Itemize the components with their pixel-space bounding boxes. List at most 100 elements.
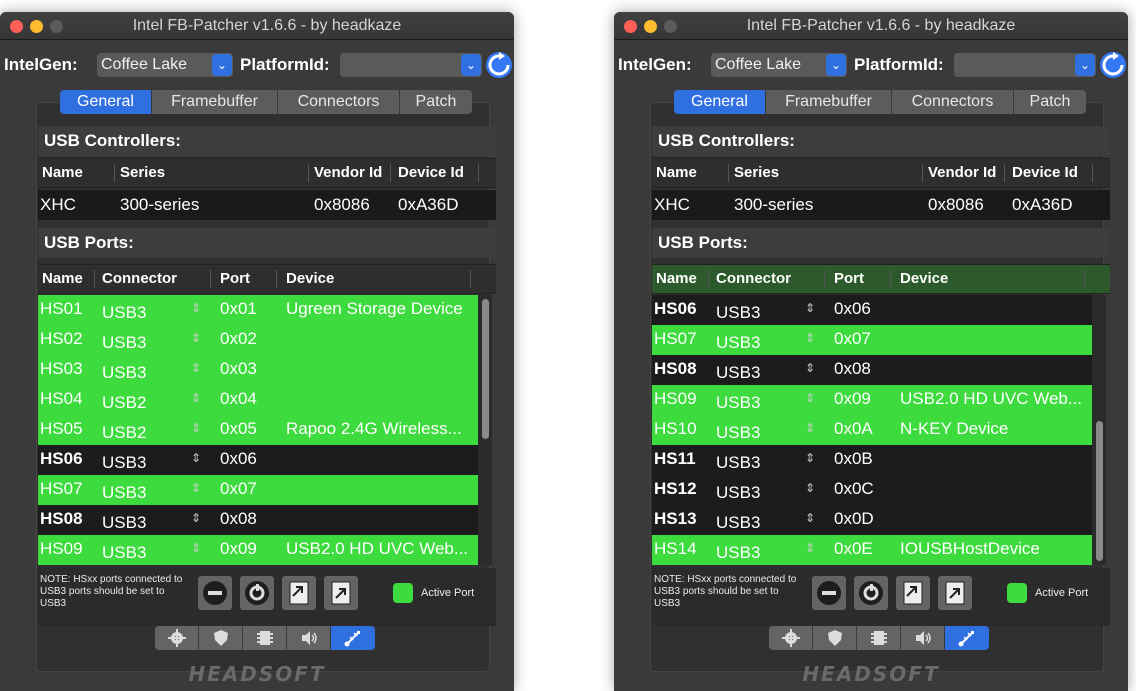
connector-select[interactable]: USB3 [102,363,146,383]
table-row[interactable]: HS14 USB3 ⇕ 0x0E IOUSBHostDevice [652,535,1092,565]
settings-section-button[interactable] [769,626,813,650]
column-header[interactable]: Vendor Id [928,159,996,187]
column-header[interactable]: Series [120,159,165,187]
security-section-button[interactable] [199,626,243,650]
up-down-chevron-icon[interactable]: ⇕ [191,541,201,555]
table-row[interactable]: HS07 USB3 ⇕ 0x07 [652,325,1092,355]
up-down-chevron-icon[interactable]: ⇕ [805,481,815,495]
intelgen-select[interactable]: Coffee Lake ⌄ [97,53,233,77]
table-row[interactable]: HS10 USB3 ⇕ 0x0A N-KEY Device [652,415,1092,445]
up-down-chevron-icon[interactable]: ⇕ [805,331,815,345]
column-header[interactable]: Series [734,159,779,187]
up-down-chevron-icon[interactable]: ⇕ [191,361,201,375]
memory-section-button[interactable] [857,626,901,650]
connector-select[interactable]: USB3 [102,513,146,533]
usb-section-button[interactable] [945,626,989,650]
table-row[interactable]: HS04 USB2 ⇕ 0x04 [38,385,478,415]
connector-select[interactable]: USB3 [102,333,146,353]
intelgen-select[interactable]: Coffee Lake ⌄ [711,53,847,77]
ports-list[interactable]: HS06 USB3 ⇕ 0x06 HS07 USB3 ⇕ 0x07 HS08 U… [652,295,1092,565]
tab-patch[interactable]: Patch [400,90,472,114]
platformid-select[interactable]: ⌄ [340,53,482,77]
ports-scrollbar[interactable] [1092,295,1106,565]
export-button[interactable] [324,576,358,610]
title-bar[interactable]: Intel FB-Patcher v1.6.6 - by headkaze [0,12,514,40]
table-row[interactable]: HS05 USB2 ⇕ 0x05 Rapoo 2.4G Wireless... [38,415,478,445]
column-header[interactable]: Device Id [398,159,464,187]
table-row[interactable]: HS03 USB3 ⇕ 0x03 [38,355,478,385]
table-row[interactable]: HS08 USB3 ⇕ 0x08 [38,505,478,535]
tab-general[interactable]: General [674,90,766,114]
column-header[interactable]: Port [834,265,864,293]
tab-connectors[interactable]: Connectors [278,90,400,114]
column-header[interactable]: Vendor Id [314,159,382,187]
up-down-chevron-icon[interactable]: ⇕ [191,511,201,525]
table-row[interactable]: HS11 USB3 ⇕ 0x0B [652,445,1092,475]
up-down-chevron-icon[interactable]: ⇕ [191,481,201,495]
memory-section-button[interactable] [243,626,287,650]
connector-select[interactable]: USB3 [716,453,760,473]
up-down-chevron-icon[interactable]: ⇕ [191,391,201,405]
up-down-chevron-icon[interactable]: ⇕ [191,451,201,465]
column-header[interactable]: Device [286,265,334,293]
up-down-chevron-icon[interactable]: ⇕ [191,301,201,315]
table-row[interactable]: HS02 USB3 ⇕ 0x02 [38,325,478,355]
connector-select[interactable]: USB3 [102,303,146,323]
export-button[interactable] [938,576,972,610]
table-row[interactable]: HS07 USB3 ⇕ 0x07 [38,475,478,505]
remove-port-button[interactable] [198,576,232,610]
refresh-icon[interactable] [484,50,514,80]
table-row[interactable]: XHC 300-series 0x8086 0xA36D [38,190,496,220]
up-down-chevron-icon[interactable]: ⇕ [805,511,815,525]
refresh-ports-button[interactable] [854,576,888,610]
connector-select[interactable]: USB3 [102,483,146,503]
column-header[interactable]: Name [42,265,83,293]
tab-connectors[interactable]: Connectors [892,90,1014,114]
connector-select[interactable]: USB2 [102,423,146,443]
import-button[interactable] [282,576,316,610]
refresh-icon[interactable] [1098,50,1128,80]
up-down-chevron-icon[interactable]: ⇕ [805,451,815,465]
connector-select[interactable]: USB3 [716,363,760,383]
table-row[interactable]: HS08 USB3 ⇕ 0x08 [652,355,1092,385]
column-header[interactable]: Device [900,265,948,293]
security-section-button[interactable] [813,626,857,650]
refresh-ports-button[interactable] [240,576,274,610]
connector-select[interactable]: USB3 [716,483,760,503]
column-header[interactable]: Connector [102,265,177,293]
table-row[interactable]: HS01 USB3 ⇕ 0x01 Ugreen Storage Device [38,295,478,325]
tab-general[interactable]: General [60,90,152,114]
connector-select[interactable]: USB3 [102,543,146,563]
table-row[interactable]: HS13 USB3 ⇕ 0x0D [652,505,1092,535]
up-down-chevron-icon[interactable]: ⇕ [805,391,815,405]
audio-section-button[interactable] [287,626,331,650]
up-down-chevron-icon[interactable]: ⇕ [191,421,201,435]
connector-select[interactable]: USB3 [716,333,760,353]
table-row[interactable]: HS06 USB3 ⇕ 0x06 [38,445,478,475]
tab-framebuffer[interactable]: Framebuffer [766,90,892,114]
column-header[interactable]: Port [220,265,250,293]
connector-select[interactable]: USB3 [716,513,760,533]
ports-scrollbar[interactable] [478,295,492,565]
connector-select[interactable]: USB3 [716,543,760,563]
up-down-chevron-icon[interactable]: ⇕ [805,361,815,375]
up-down-chevron-icon[interactable]: ⇕ [805,301,815,315]
column-header[interactable]: Device Id [1012,159,1078,187]
table-row[interactable]: HS06 USB3 ⇕ 0x06 [652,295,1092,325]
scrollbar-thumb[interactable] [482,299,489,439]
up-down-chevron-icon[interactable]: ⇕ [805,421,815,435]
connector-select[interactable]: USB3 [716,393,760,413]
table-row[interactable]: HS09 USB3 ⇕ 0x09 USB2.0 HD UVC Web... [652,385,1092,415]
table-row[interactable]: XHC 300-series 0x8086 0xA36D [652,190,1110,220]
up-down-chevron-icon[interactable]: ⇕ [191,331,201,345]
ports-list[interactable]: HS01 USB3 ⇕ 0x01 Ugreen Storage Device H… [38,295,478,565]
connector-select[interactable]: USB2 [102,393,146,413]
scrollbar-thumb[interactable] [1096,421,1103,561]
connector-select[interactable]: USB3 [716,423,760,443]
tab-framebuffer[interactable]: Framebuffer [152,90,278,114]
column-header[interactable]: Name [42,159,83,187]
import-button[interactable] [896,576,930,610]
connector-select[interactable]: USB3 [102,453,146,473]
audio-section-button[interactable] [901,626,945,650]
connector-select[interactable]: USB3 [716,303,760,323]
